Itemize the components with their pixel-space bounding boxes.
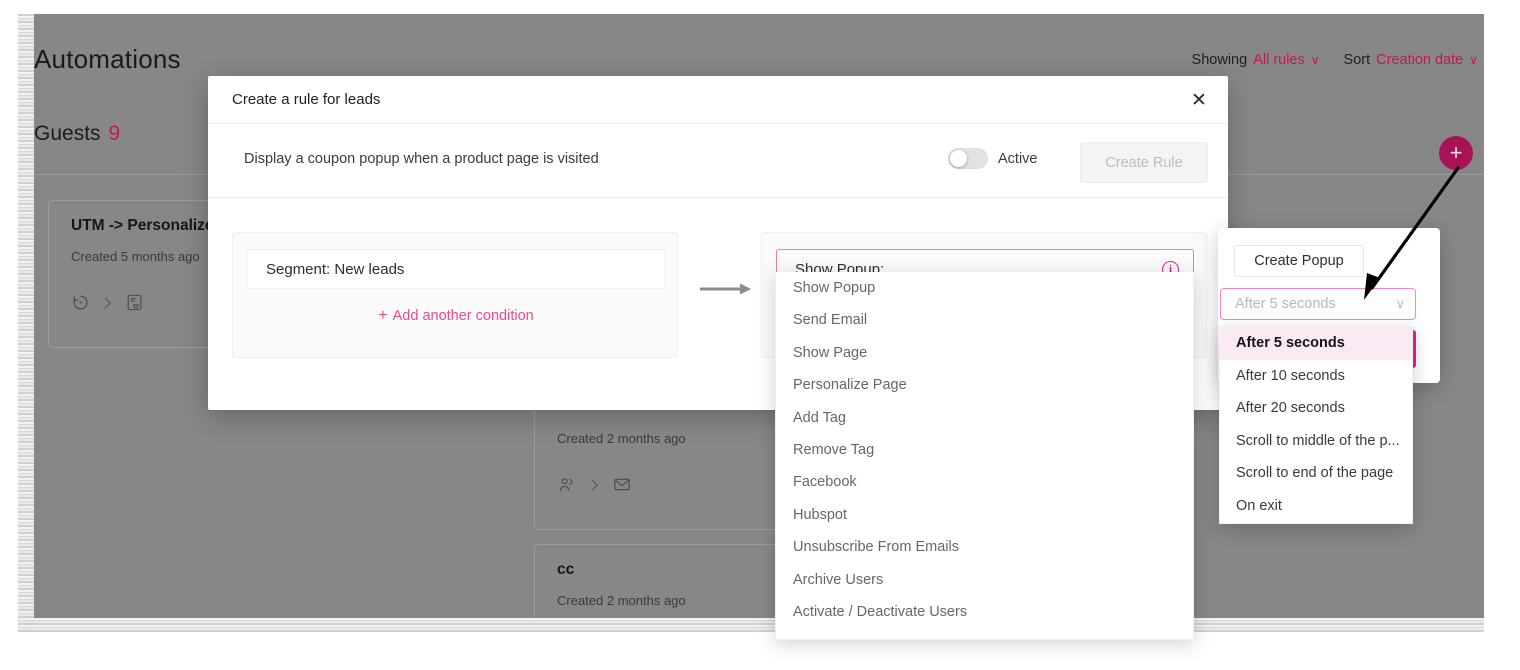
action-type-dropdown[interactable]: Show Popup Send Email Show Page Personal… (775, 272, 1194, 640)
timing-option[interactable]: After 20 seconds (1220, 392, 1412, 425)
dropdown-option[interactable]: Remove Tag (776, 434, 1193, 466)
rule-card-title: cc (557, 561, 575, 578)
condition-panel: Segment: New leads + Add another conditio… (232, 232, 678, 358)
dropdown-option[interactable]: Send Email (776, 304, 1193, 336)
filter-bar: Showing All rules ∨ Sort Creation date ∨ (1192, 52, 1478, 68)
dropdown-option[interactable]: Personalize Page (776, 369, 1193, 401)
timing-option[interactable]: Scroll to middle of the p... (1220, 425, 1412, 458)
modal-title: Create a rule for leads (232, 91, 381, 108)
popup-timing-select[interactable]: After 5 seconds ∨ (1220, 288, 1416, 320)
rule-card-flow-icons (71, 293, 144, 312)
showing-filter[interactable]: Showing All rules ∨ (1192, 52, 1320, 68)
chevron-right-icon (102, 296, 113, 310)
email-icon (612, 475, 632, 494)
history-icon (71, 293, 90, 312)
sort-label: Sort (1343, 52, 1371, 68)
rule-card-subtitle: Created 2 months ago (557, 593, 686, 608)
modal-header: Create a rule for leads ✕ (208, 76, 1228, 124)
users-icon (557, 475, 577, 494)
chevron-down-icon: ∨ (1310, 53, 1320, 67)
create-rule-button[interactable]: Create Rule (1080, 142, 1208, 183)
personalize-page-icon (125, 293, 144, 312)
screenshot-frame: Automations Showing All rules ∨ Sort Cre… (0, 0, 1520, 670)
toggle-knob (950, 150, 967, 167)
chevron-down-icon: ∨ (1469, 53, 1478, 67)
dropdown-option[interactable]: Show Popup (776, 272, 1193, 304)
section-count: 9 (108, 122, 121, 145)
page-title: Automations (34, 44, 181, 74)
active-toggle-label: Active (998, 150, 1038, 167)
dropdown-option[interactable]: Unsubscribe From Emails (776, 531, 1193, 563)
chevron-down-icon: ∨ (1395, 296, 1405, 311)
close-icon[interactable]: ✕ (1186, 88, 1212, 114)
rule-description: Display a coupon popup when a product pa… (244, 151, 599, 167)
dropdown-option[interactable]: Hubspot (776, 499, 1193, 531)
add-condition-button[interactable]: + Add another condition (233, 307, 679, 325)
rule-card-flow-icons (557, 475, 632, 494)
flow-arrow-icon (700, 283, 751, 295)
sort-filter[interactable]: Sort Creation date ∨ (1344, 52, 1478, 68)
add-condition-label: Add another condition (392, 308, 534, 324)
timing-option[interactable]: After 10 seconds (1220, 360, 1412, 393)
dropdown-option[interactable]: Show Page (776, 337, 1193, 369)
modal-subheader: Display a coupon popup when a product pa… (208, 124, 1228, 198)
active-toggle[interactable] (948, 148, 988, 169)
frame-bottom-edge (18, 616, 1484, 632)
section-label: Guests (34, 122, 101, 145)
sort-value[interactable]: Creation date (1376, 52, 1463, 68)
showing-label: Showing (1191, 52, 1248, 68)
chevron-right-icon (589, 478, 600, 492)
rule-card-subtitle: Created 2 months ago (557, 431, 686, 446)
active-toggle-group: Active (948, 148, 1038, 169)
segment-condition-field[interactable]: Segment: New leads (247, 249, 665, 289)
dropdown-option[interactable]: Activate / Deactivate Users (776, 596, 1193, 628)
rule-card-subtitle: Created 5 months ago (71, 249, 200, 264)
section-header: Guests 9 (34, 122, 120, 146)
timing-option[interactable]: After 5 seconds (1220, 327, 1412, 360)
frame-left-edge (18, 14, 34, 632)
popup-timing-value: After 5 seconds (1235, 296, 1336, 312)
add-rule-fab[interactable]: + (1439, 136, 1473, 170)
dropdown-option[interactable]: Facebook (776, 466, 1193, 498)
timing-option[interactable]: Scroll to end of the page (1220, 457, 1412, 490)
plus-icon: + (378, 307, 388, 324)
showing-value[interactable]: All rules (1253, 52, 1305, 68)
create-popup-button[interactable]: Create Popup (1234, 245, 1364, 277)
dropdown-option[interactable]: Archive Users (776, 564, 1193, 596)
popup-timing-dropdown[interactable]: After 5 seconds After 10 seconds After 2… (1219, 326, 1413, 524)
dropdown-option[interactable]: Add Tag (776, 402, 1193, 434)
timing-option[interactable]: On exit (1220, 490, 1412, 523)
